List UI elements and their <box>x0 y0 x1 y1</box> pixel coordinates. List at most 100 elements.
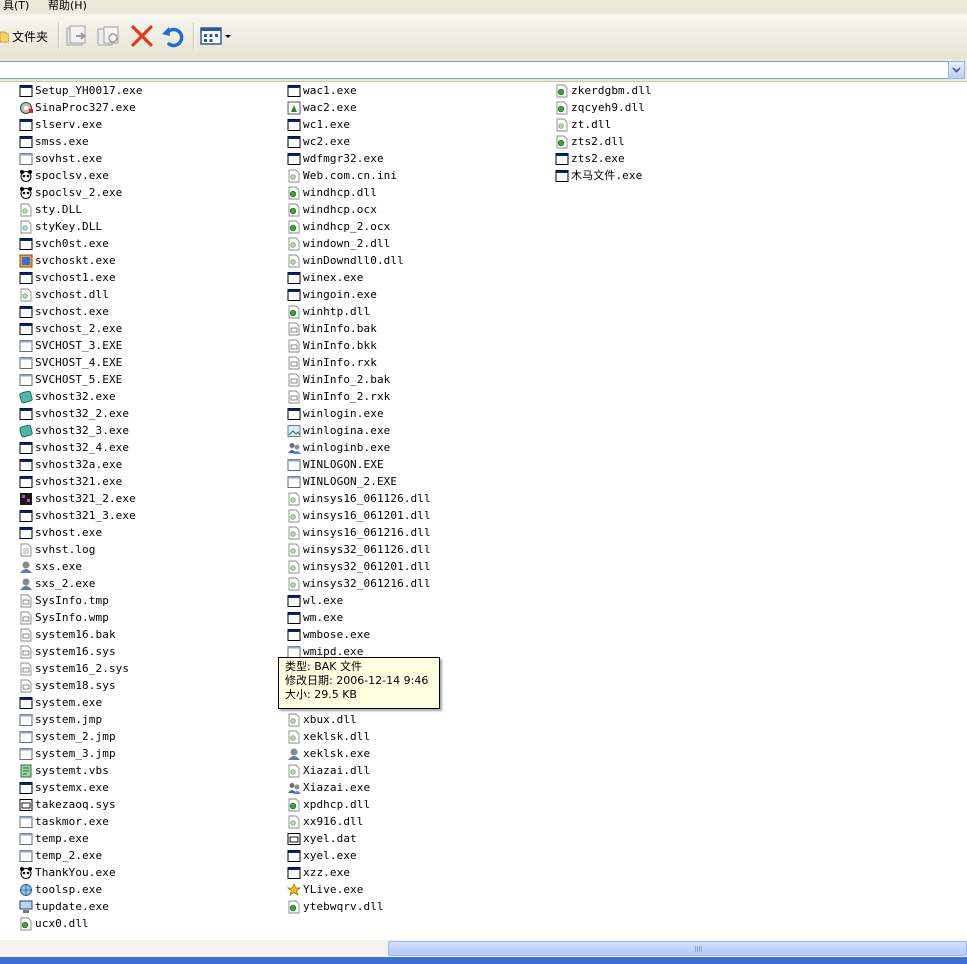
file-item[interactable]: winsys32_061126.dll <box>287 541 431 558</box>
file-item[interactable]: SVCHOST_3.EXE <box>19 337 122 354</box>
file-item[interactable]: SysInfo.tmp <box>19 592 109 609</box>
address-dropdown-button[interactable] <box>948 61 965 79</box>
file-item[interactable]: spoclsv.exe <box>19 167 109 184</box>
file-item[interactable]: system_3.jmp <box>19 745 116 762</box>
file-item[interactable]: svhost32.exe <box>19 388 116 405</box>
menu-help[interactable]: 帮助(H) <box>45 0 90 14</box>
file-item[interactable]: xyel.exe <box>287 847 357 864</box>
file-item[interactable]: svchost.dll <box>19 286 109 303</box>
file-item[interactable]: spoclsv_2.exe <box>19 184 122 201</box>
file-item[interactable]: smss.exe <box>19 133 89 150</box>
menu-tools[interactable]: 具(T) <box>0 0 32 14</box>
file-item[interactable]: svhost321_3.exe <box>19 507 136 524</box>
address-input[interactable] <box>0 61 949 79</box>
scrollbar-thumb[interactable] <box>388 941 967 956</box>
file-item[interactable]: SVCHOST_4.EXE <box>19 354 122 371</box>
file-item[interactable]: xx916.dll <box>287 813 364 830</box>
file-item[interactable]: ThankYou.exe <box>19 864 116 881</box>
file-item[interactable]: winsys32_061216.dll <box>287 575 431 592</box>
file-item[interactable]: zt.dll <box>555 116 611 133</box>
file-item[interactable]: wc2.exe <box>287 133 350 150</box>
delete-button[interactable] <box>129 22 155 50</box>
file-item[interactable]: windhcp_2.ocx <box>287 218 390 235</box>
file-item[interactable]: WINLOGON_2.EXE <box>287 473 397 490</box>
file-item[interactable]: toolsp.exe <box>19 881 102 898</box>
file-item[interactable]: svchoskt.exe <box>19 252 116 269</box>
file-item[interactable]: zts2.exe <box>555 150 625 167</box>
file-item[interactable]: winlogina.exe <box>287 422 390 439</box>
file-item[interactable]: YLive.exe <box>287 881 364 898</box>
file-item[interactable]: winDowndll0.dll <box>287 252 404 269</box>
file-item[interactable]: svhost.exe <box>19 524 102 541</box>
file-item[interactable]: styKey.DLL <box>19 218 102 235</box>
file-item[interactable]: xyel.dat <box>287 830 357 847</box>
file-item[interactable]: winsys16_061126.dll <box>287 490 431 507</box>
file-item[interactable]: 木马文件.exe <box>555 167 642 184</box>
file-item[interactable]: winex.exe <box>287 269 364 286</box>
file-item[interactable]: temp.exe <box>19 830 89 847</box>
file-item[interactable]: windhcp.dll <box>287 184 377 201</box>
file-item[interactable]: systemx.exe <box>19 779 109 796</box>
file-item[interactable]: svhost32_4.exe <box>19 439 129 456</box>
file-item[interactable]: WINLOGON.EXE <box>287 456 384 473</box>
file-item[interactable]: winsys16_061201.dll <box>287 507 431 524</box>
file-item[interactable]: takezaoq.sys <box>19 796 116 813</box>
file-item[interactable]: system.jmp <box>19 711 102 728</box>
file-item[interactable]: svch0st.exe <box>19 235 109 252</box>
file-item[interactable]: sovhst.exe <box>19 150 102 167</box>
file-item[interactable]: system18.sys <box>19 677 116 694</box>
file-item[interactable]: xpdhcp.dll <box>287 796 370 813</box>
file-item[interactable]: taskmor.exe <box>19 813 109 830</box>
file-item[interactable]: sty.DLL <box>19 201 82 218</box>
file-item[interactable]: ytebwqrv.dll <box>287 898 384 915</box>
file-item[interactable]: SysInfo.wmp <box>19 609 109 626</box>
undo-button[interactable] <box>160 22 186 50</box>
file-item[interactable]: Xiazai.exe <box>287 779 370 796</box>
file-item[interactable]: wm.exe <box>287 609 343 626</box>
file-item[interactable]: svhost321_2.exe <box>19 490 136 507</box>
file-item[interactable]: ucx0.dll <box>19 915 89 932</box>
file-item[interactable]: sxs.exe <box>19 558 82 575</box>
horizontal-scrollbar[interactable] <box>0 940 967 957</box>
file-item[interactable]: SinaProc327.exe <box>19 99 136 116</box>
file-item[interactable]: systemt.vbs <box>19 762 109 779</box>
file-item[interactable]: svhost32_3.exe <box>19 422 129 439</box>
file-item[interactable]: Setup_YH0017.exe <box>19 82 143 99</box>
file-item[interactable]: svchost1.exe <box>19 269 116 286</box>
file-item[interactable]: zkerdgbm.dll <box>555 82 652 99</box>
file-item[interactable]: system16_2.sys <box>19 660 129 677</box>
file-item[interactable]: winlogin.exe <box>287 405 384 422</box>
move-to-button[interactable] <box>64 22 90 50</box>
file-item[interactable]: svhost32_2.exe <box>19 405 129 422</box>
file-item[interactable]: wl.exe <box>287 592 343 609</box>
file-item[interactable]: Web.com.cn.ini <box>287 167 397 184</box>
file-item[interactable]: sxs_2.exe <box>19 575 96 592</box>
file-item[interactable]: SVCHOST_5.EXE <box>19 371 122 388</box>
file-item[interactable]: svhst.log <box>19 541 96 558</box>
file-item[interactable]: WinInfo.rxk <box>287 354 377 371</box>
file-item[interactable]: svhost321.exe <box>19 473 122 490</box>
file-item[interactable]: winsys32_061201.dll <box>287 558 431 575</box>
file-item[interactable]: wingoin.exe <box>287 286 377 303</box>
file-item[interactable]: wac2.exe <box>287 99 357 116</box>
file-item[interactable]: temp_2.exe <box>19 847 102 864</box>
file-item[interactable]: wc1.exe <box>287 116 350 133</box>
file-item[interactable]: svchost.exe <box>19 303 109 320</box>
file-item[interactable]: Xiazai.dll <box>287 762 370 779</box>
file-item[interactable]: svhost32a.exe <box>19 456 122 473</box>
file-item[interactable]: zts2.dll <box>555 133 625 150</box>
file-item[interactable]: tupdate.exe <box>19 898 109 915</box>
file-item[interactable]: svchost_2.exe <box>19 320 122 337</box>
file-item[interactable]: wac1.exe <box>287 82 357 99</box>
file-item[interactable]: wmbose.exe <box>287 626 370 643</box>
file-item[interactable]: winsys16_061216.dll <box>287 524 431 541</box>
file-item[interactable]: WinInfo.bak <box>287 320 377 337</box>
file-item[interactable]: windhcp.ocx <box>287 201 377 218</box>
file-item[interactable]: system16.sys <box>19 643 116 660</box>
file-item[interactable]: wdfmgr32.exe <box>287 150 384 167</box>
views-button[interactable] <box>199 22 232 50</box>
file-item[interactable]: zqcyeh9.dll <box>555 99 645 116</box>
file-item[interactable]: system16.bak <box>19 626 116 643</box>
folders-button[interactable]: 文件夹 <box>0 22 48 50</box>
file-item[interactable]: windown_2.dll <box>287 235 390 252</box>
